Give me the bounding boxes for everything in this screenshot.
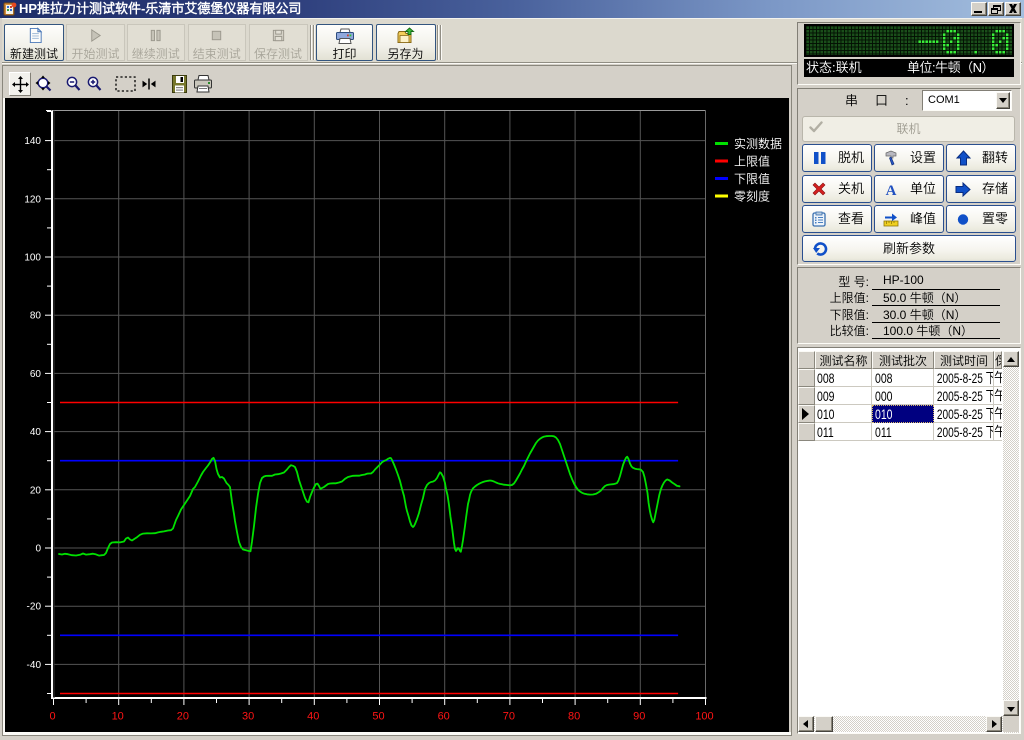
svg-text:10: 10 [112,711,124,723]
svg-text:100: 100 [695,711,713,723]
svg-text:20: 20 [177,711,189,723]
svg-text:80: 80 [568,711,580,723]
svg-text:70: 70 [503,711,515,723]
svg-text:0: 0 [35,544,41,555]
svg-text:50: 50 [372,711,384,723]
svg-text:上限值: 上限值 [734,155,770,169]
svg-text:80: 80 [30,311,42,322]
svg-text:-40: -40 [27,660,42,671]
svg-text:A: A [886,183,897,197]
svg-text:100: 100 [24,253,41,264]
svg-text:30: 30 [242,711,254,723]
svg-text:零刻度: 零刻度 [734,189,770,204]
svg-text:下限值: 下限值 [734,172,770,186]
svg-text:20: 20 [30,485,42,496]
svg-text:140: 140 [24,136,41,147]
svg-text:-20: -20 [27,602,42,613]
svg-text:实测数据: 实测数据 [734,136,782,151]
svg-text:0: 0 [49,711,55,723]
svg-text:90: 90 [633,711,645,723]
svg-text:40: 40 [30,427,42,438]
svg-text:40: 40 [307,711,319,723]
svg-text:120: 120 [24,194,41,205]
svg-text:60: 60 [438,711,450,723]
svg-text:60: 60 [30,369,42,380]
